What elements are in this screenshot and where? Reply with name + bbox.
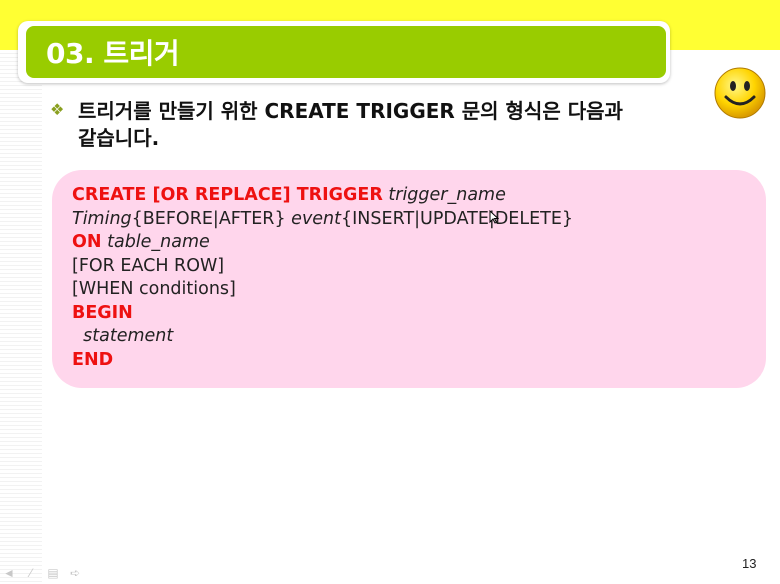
slide-navigation: ◄ ⁄ ▤ ➪ (2, 566, 82, 580)
page-number: 13 (742, 556, 757, 571)
code-line-8: END (72, 349, 114, 370)
end-arrow-icon[interactable]: ➪ (68, 566, 82, 580)
previous-arrow-icon[interactable]: ◄ (2, 566, 16, 580)
code-line-5: [WHEN conditions] (72, 279, 236, 299)
smiley-face-icon (714, 67, 766, 119)
code-line-3: ON table_name (72, 232, 210, 252)
slide-title: 03. 트리거 (46, 37, 180, 70)
code-line-4: [FOR EACH ROW] (72, 255, 225, 276)
bullet-item: ❖ 트리거를 만들기 위한 CREATE TRIGGER 문의 형식은 다음과 … (50, 98, 710, 152)
next-arrow-icon[interactable]: ⁄ (24, 566, 38, 580)
left-decoration (0, 50, 42, 584)
menu-icon[interactable]: ▤ (46, 566, 60, 580)
diamond-bullet-icon: ❖ (50, 102, 65, 119)
mouse-cursor-icon (489, 210, 499, 224)
bullet-text-line-2: 같습니다. (78, 126, 160, 150)
code-block: CREATE [OR REPLACE] TRIGGER trigger_name… (52, 170, 766, 388)
code-line-1: CREATE [OR REPLACE] TRIGGER trigger_name (72, 185, 506, 205)
code-line-6: BEGIN (72, 302, 133, 323)
code-line-7: statement (83, 326, 174, 346)
bullet-text-line-1: 트리거를 만들기 위한 CREATE TRIGGER 문의 형식은 다음과 (78, 99, 623, 123)
title-bar: 03. 트리거 (26, 26, 666, 78)
